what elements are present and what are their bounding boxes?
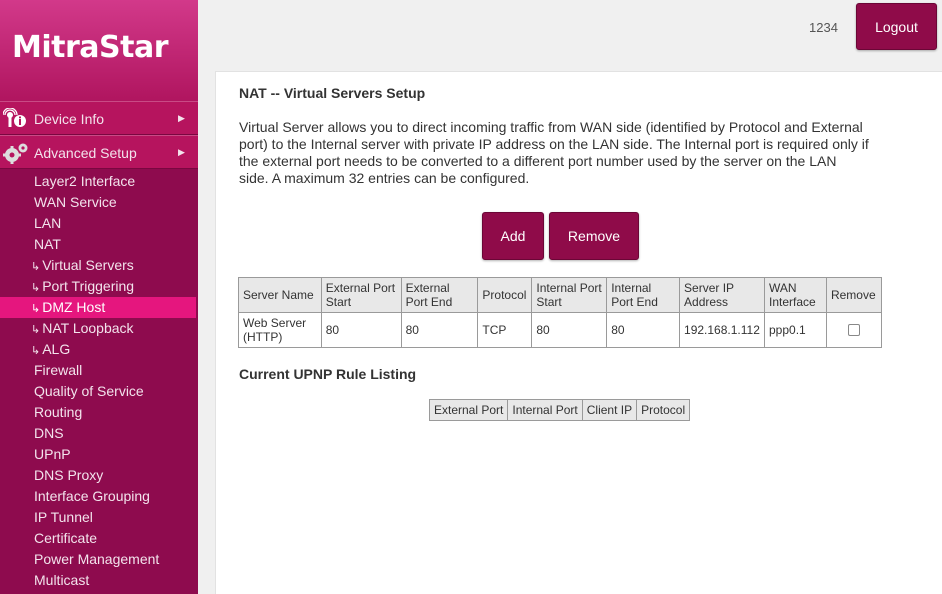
cell-protocol: TCP — [477, 312, 533, 348]
table-header-row: External Port Internal Port Client IP Pr… — [428, 399, 691, 421]
upnp-section-title: Current UPNP Rule Listing — [239, 366, 417, 382]
sidebar-item-port-triggering[interactable]: ↳ Port Triggering — [0, 276, 196, 297]
sidebar-item-dmz-host[interactable]: ↳ DMZ Host — [0, 297, 196, 318]
sidebar-item-nat-loopback[interactable]: ↳ NAT Loopback — [0, 318, 196, 339]
menu-device-info-label: Device Info — [34, 111, 105, 127]
sidebar-item-label: Firewall — [34, 362, 83, 378]
sidebar-item-multicast[interactable]: Multicast — [0, 570, 196, 591]
cell-server-ip: 192.168.1.112 — [679, 312, 765, 348]
cell-wan-interface: ppp0.1 — [764, 312, 827, 348]
sidebar-item-label: NAT — [34, 236, 61, 252]
sidebar-item-label: LAN — [34, 215, 62, 231]
sidebar-item-label: Power Management — [34, 551, 160, 567]
sidebar-item-label: DMZ Host — [42, 299, 106, 315]
sidebar-item-label: DNS — [34, 425, 64, 441]
sidebar-item-power-management[interactable]: Power Management — [0, 549, 196, 570]
sidebar-item-interface-grouping[interactable]: Interface Grouping — [0, 486, 196, 507]
col-wan-interface: WAN Interface — [764, 277, 827, 313]
sidebar-item-firewall[interactable]: Firewall — [0, 360, 196, 381]
sidebar-item-alg[interactable]: ↳ ALG — [0, 339, 196, 360]
remove-button[interactable]: Remove — [549, 212, 639, 260]
sidebar-item-certificate[interactable]: Certificate — [0, 528, 196, 549]
sidebar-item-label: IP Tunnel — [34, 509, 93, 525]
sidebar-item-label: UPnP — [34, 446, 71, 462]
sidebar-item-label: Layer2 Interface — [34, 173, 136, 189]
sub-arrow-icon: ↳ — [31, 282, 41, 294]
table-header-row: Server Name External Port Start External… — [238, 277, 883, 313]
sidebar-item-dns[interactable]: DNS — [0, 423, 196, 444]
sidebar-item-upnp[interactable]: UPnP — [0, 444, 196, 465]
cell-internal-port-start: 80 — [531, 312, 608, 348]
sidebar-item-quality-of-service[interactable]: Quality of Service — [0, 381, 196, 402]
virtual-servers-table: Server Name External Port Start External… — [238, 277, 883, 348]
sub-arrow-icon: ↳ — [31, 261, 41, 273]
cell-server-name: Web Server (HTTP) — [238, 312, 322, 348]
col-protocol: Protocol — [477, 277, 533, 313]
logout-button[interactable]: Logout — [856, 3, 937, 50]
sidebar-item-label: Quality of Service — [34, 383, 144, 399]
sidebar-item-label: DNS Proxy — [34, 467, 104, 483]
sidebar-item-layer2-interface[interactable]: Layer2 Interface — [0, 171, 196, 192]
page-title: NAT -- Virtual Servers Setup — [239, 85, 426, 101]
col-external-port: External Port — [428, 399, 509, 421]
col-external-port-end: External Port End — [400, 277, 479, 313]
col-protocol: Protocol — [636, 399, 691, 421]
main-panel: NAT -- Virtual Servers Setup Virtual Ser… — [215, 71, 942, 594]
menu-device-info[interactable]: Device Info ▶ — [0, 101, 198, 135]
col-server-name: Server Name — [238, 277, 322, 313]
logo-area: MitraStar — [0, 0, 198, 101]
device-info-icon — [3, 108, 26, 127]
col-external-port-start: External Port Start — [320, 277, 402, 313]
sidebar-item-label: Multicast — [34, 572, 90, 588]
menu-advanced-setup[interactable]: Advanced Setup ▶ — [0, 135, 198, 169]
col-internal-port: Internal Port — [507, 399, 583, 421]
sidebar-item-label: WAN Service — [34, 194, 117, 210]
col-server-ip: Server IP Address — [679, 277, 765, 313]
cell-internal-port-end: 80 — [606, 312, 681, 348]
col-internal-port-start: Internal Port Start — [531, 277, 608, 313]
add-button[interactable]: Add — [482, 212, 544, 260]
sub-arrow-icon: ↳ — [31, 324, 41, 336]
cell-external-port-end: 80 — [400, 312, 479, 348]
sidebar-item-label: Interface Grouping — [34, 488, 150, 504]
cell-external-port-start: 80 — [320, 312, 402, 348]
upnp-rules-table: External Port Internal Port Client IP Pr… — [428, 399, 691, 421]
brand-logo: MitraStar — [12, 30, 169, 65]
sidebar-item-label: Virtual Servers — [42, 257, 134, 273]
col-client-ip: Client IP — [581, 399, 638, 421]
sidebar-item-label: Port Triggering — [42, 278, 135, 294]
username-label: 1234 — [809, 20, 838, 35]
menu-advanced-setup-label: Advanced Setup — [34, 145, 137, 161]
sidebar-item-label: Routing — [34, 404, 83, 420]
sidebar-item-ip-tunnel[interactable]: IP Tunnel — [0, 507, 196, 528]
col-internal-port-end: Internal Port End — [606, 277, 681, 313]
cell-remove — [825, 312, 883, 348]
sidebar-item-routing[interactable]: Routing — [0, 402, 196, 423]
chevron-right-icon: ▶ — [178, 147, 185, 157]
sub-arrow-icon: ↳ — [31, 345, 41, 357]
sidebar-item-lan[interactable]: LAN — [0, 213, 196, 234]
sidebar-item-label: Certificate — [34, 530, 98, 546]
sub-arrow-icon: ↳ — [31, 303, 41, 315]
sidebar-item-virtual-servers[interactable]: ↳ Virtual Servers — [0, 255, 196, 276]
sidebar-item-nat[interactable]: NAT — [0, 234, 196, 255]
sidebar-item-wan-service[interactable]: WAN Service — [0, 192, 196, 213]
sidebar-item-label: ALG — [42, 341, 71, 357]
table-row: Web Server (HTTP) 80 80 TCP 80 80 192.16… — [238, 312, 883, 348]
remove-checkbox[interactable] — [847, 324, 860, 336]
sidebar: MitraStar Device Info ▶ Advanced Setup ▶… — [0, 0, 198, 594]
col-remove: Remove — [825, 277, 883, 313]
gears-icon — [3, 143, 28, 164]
sidebar-item-label: NAT Loopback — [42, 320, 134, 336]
page-description: Virtual Server allows you to direct inco… — [239, 119, 869, 186]
sidebar-item-dns-proxy[interactable]: DNS Proxy — [0, 465, 196, 486]
chevron-right-icon: ▶ — [178, 113, 185, 123]
